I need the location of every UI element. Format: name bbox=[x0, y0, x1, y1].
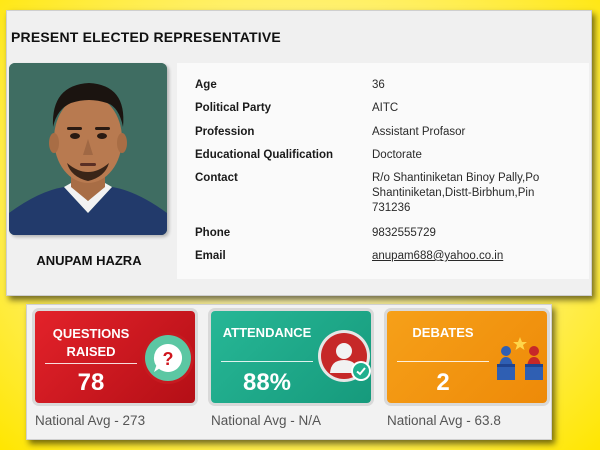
debate-podium-icon bbox=[495, 333, 545, 383]
stat-divider bbox=[45, 363, 137, 364]
stats-card: QUESTIONS RAISED 78 ? National Avg - 273… bbox=[26, 304, 552, 440]
detail-value: Assistant Profasor bbox=[372, 126, 466, 138]
stat-national-avg: National Avg - N/A bbox=[211, 413, 322, 428]
detail-value: 9832555729 bbox=[372, 227, 436, 239]
stat-divider bbox=[397, 361, 489, 362]
detail-value: AITC bbox=[372, 102, 399, 114]
representative-photo bbox=[9, 63, 167, 235]
detail-label: Age bbox=[195, 79, 217, 91]
stat-national-avg: National Avg - 63.8 bbox=[387, 413, 501, 428]
detail-value: Doctorate bbox=[372, 149, 422, 161]
stat-tile-attendance: ATTENDANCE 88% bbox=[211, 311, 371, 403]
section-title: PRESENT ELECTED REPRESENTATIVE bbox=[11, 29, 281, 45]
stat-tile-questions: QUESTIONS RAISED 78 ? bbox=[35, 311, 195, 403]
representative-card: PRESENT ELECTED REPRESENTATIVE ANUPAM HA… bbox=[6, 10, 592, 296]
stat-title: DEBATES bbox=[412, 325, 474, 340]
detail-label: Political Party bbox=[195, 102, 272, 114]
stat-title: QUESTIONS RAISED bbox=[52, 326, 130, 359]
stat-value: 88% bbox=[242, 369, 292, 396]
email-link[interactable]: anupam688@yahoo.co.in bbox=[372, 249, 572, 264]
detail-label: Profession bbox=[195, 126, 255, 138]
stat-title: ATTENDANCE bbox=[222, 325, 312, 340]
detail-label: Educational Qualification bbox=[195, 149, 334, 161]
check-badge-icon bbox=[353, 363, 369, 379]
detail-label: Phone bbox=[195, 227, 231, 239]
stat-tile-debates: DEBATES 2 bbox=[387, 311, 547, 403]
representative-name: ANUPAM HAZRA bbox=[36, 253, 142, 268]
stat-value: 78 bbox=[77, 369, 105, 396]
svg-text:?: ? bbox=[163, 349, 174, 369]
detail-value: 36 bbox=[372, 79, 385, 91]
detail-value: R/o Shantiniketan Binoy Pally,Po Shantin… bbox=[372, 172, 540, 214]
details-panel: Age 36 Political Party AITC Profession A… bbox=[177, 63, 589, 279]
question-icon: ? bbox=[145, 335, 191, 381]
stat-value: 2 bbox=[436, 369, 450, 396]
detail-label: Contact bbox=[195, 172, 238, 184]
portrait-image bbox=[9, 63, 167, 235]
stat-national-avg: National Avg - 273 bbox=[35, 413, 146, 428]
detail-label: Email bbox=[195, 250, 226, 262]
stat-divider bbox=[221, 361, 313, 362]
